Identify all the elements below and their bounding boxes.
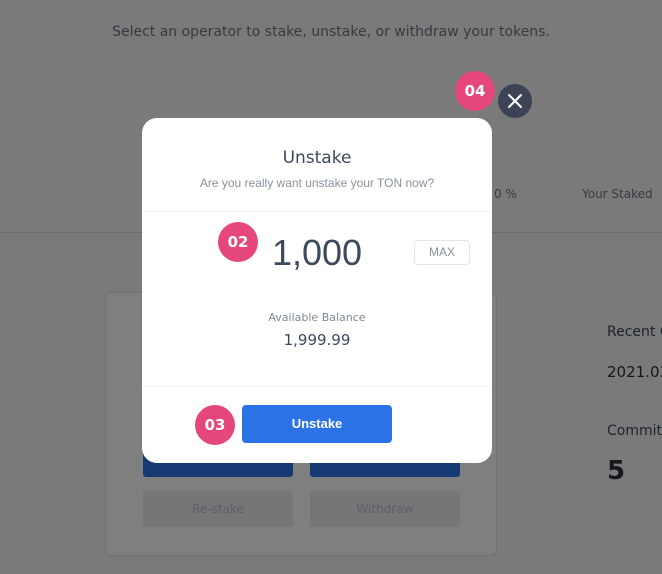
available-balance-value: 1,999.99 [283, 331, 351, 349]
unstake-confirm-button[interactable]: Unstake [242, 405, 392, 443]
step-badge-02: 02 [218, 222, 258, 262]
step-badge-03: 03 [195, 405, 235, 445]
unstake-modal: Unstake Are you really want unstake your… [142, 118, 492, 463]
available-balance-label: Available Balance [268, 311, 366, 324]
modal-divider-bottom [142, 386, 492, 387]
modal-divider-top [142, 211, 492, 212]
modal-subtitle: Are you really want unstake your TON now… [199, 176, 435, 190]
close-icon [508, 94, 522, 108]
step-badge-04: 04 [455, 71, 495, 111]
modal-title: Unstake [282, 148, 352, 168]
close-button[interactable] [498, 84, 532, 118]
max-button[interactable]: MAX [414, 240, 470, 265]
